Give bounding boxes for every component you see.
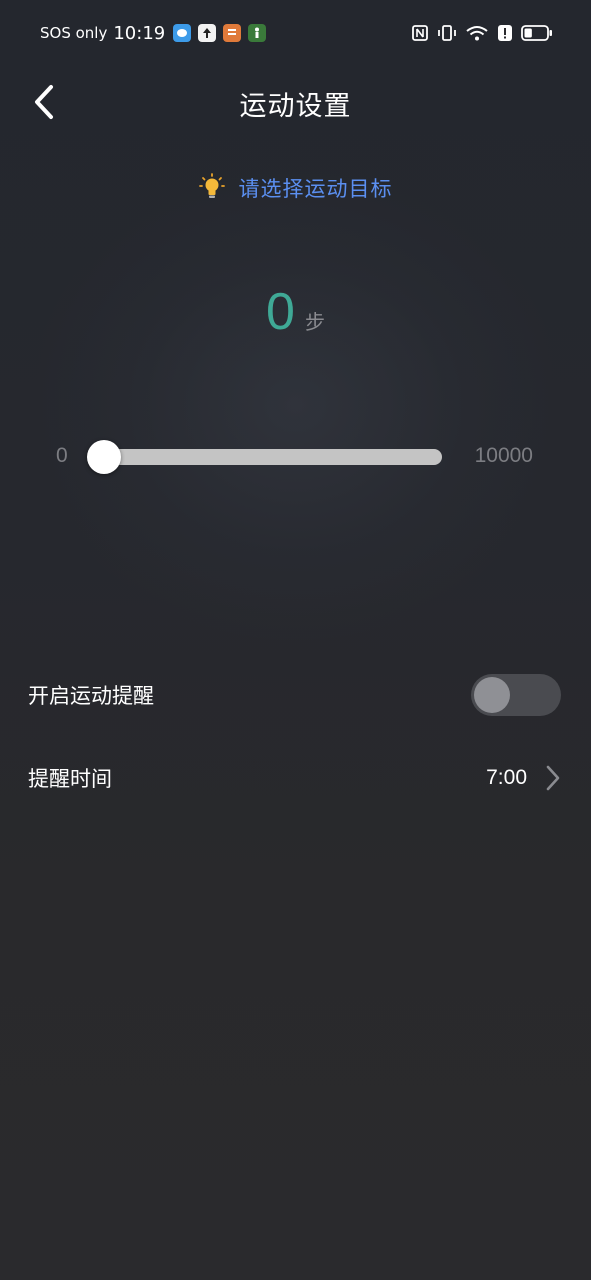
clock-time: 10:19 [113, 22, 166, 44]
sport-settings-screen: SOS only 10:19 运动设置 请选择运动目标 0 步 0 10000 … [0, 0, 591, 1280]
notification-icons [173, 24, 267, 42]
reminder-time-row[interactable]: 提醒时间 7:00 [0, 748, 591, 808]
lightbulb-icon [198, 172, 225, 204]
reminder-toggle[interactable] [471, 674, 561, 716]
news-app-icon [223, 24, 242, 42]
goal-slider-track[interactable] [87, 440, 442, 474]
page-title: 运动设置 [239, 91, 352, 122]
goal-hint: 请选择运动目标 [0, 172, 591, 204]
carrier-text: SOS only [40, 24, 108, 42]
reminder-toggle-row: 开启运动提醒 [0, 665, 591, 725]
hint-text: 请选择运动目标 [238, 177, 393, 201]
wifi-icon [465, 24, 489, 42]
slider-max-label: 10000 [474, 444, 533, 467]
reminder-time-value: 7:00 [486, 766, 527, 789]
battery-icon [521, 24, 553, 42]
reminder-time-label: 提醒时间 [28, 767, 112, 791]
background-glow [30, 170, 561, 640]
nfc-icon [411, 24, 429, 42]
alert-icon [497, 24, 513, 42]
slider-min-label: 0 [56, 444, 68, 467]
goal-slider-thumb[interactable] [87, 440, 121, 474]
goal-slider-row: 0 10000 [0, 436, 591, 478]
chevron-right-icon [546, 765, 560, 791]
runner-app-icon [248, 24, 267, 42]
status-indicators [411, 24, 553, 42]
goal-steps-unit: 步 [304, 310, 325, 334]
goal-steps-value: 0 [266, 283, 295, 341]
reminder-toggle-knob [474, 677, 510, 713]
vibrate-icon [437, 24, 457, 42]
header-bar: 运动设置 [0, 66, 591, 138]
reminder-label: 开启运动提醒 [28, 684, 154, 708]
goal-display: 0 步 [0, 282, 591, 342]
upload-app-icon [198, 24, 217, 42]
status-bar: SOS only 10:19 [0, 0, 591, 66]
chat-app-icon [173, 24, 192, 42]
